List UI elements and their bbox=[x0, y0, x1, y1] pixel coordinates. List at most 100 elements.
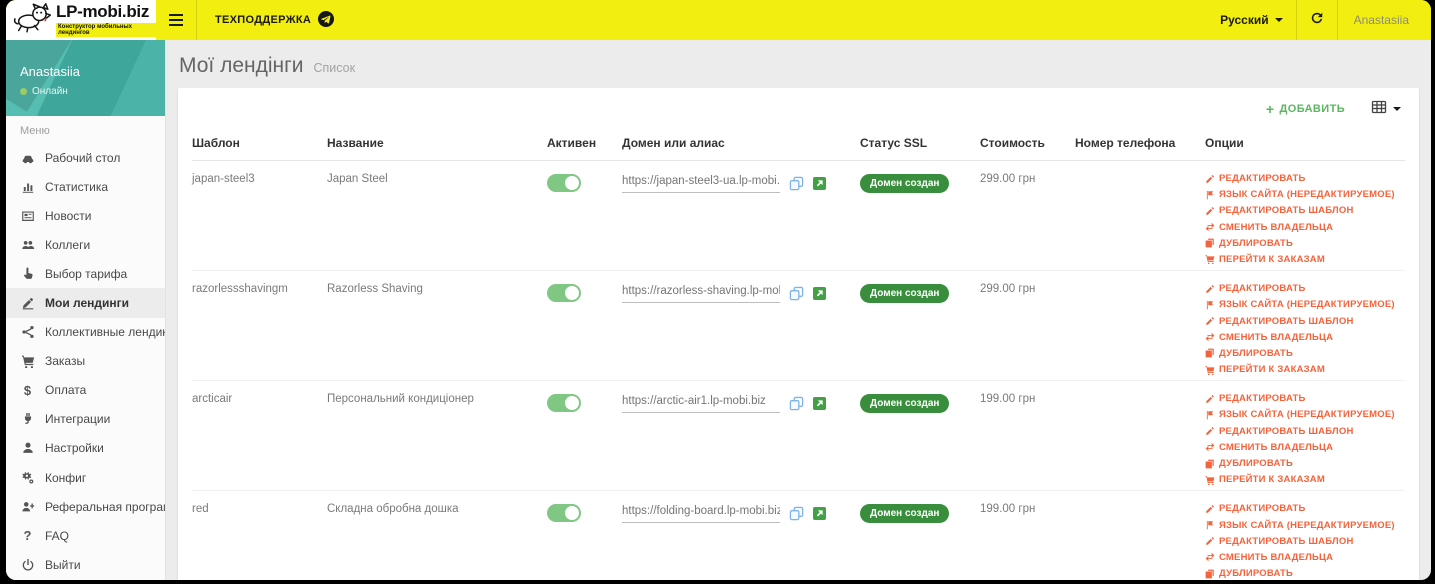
option-link-edit[interactable]: РЕДАКТИРОВАТЬ bbox=[1205, 283, 1401, 294]
external-link-icon[interactable] bbox=[813, 176, 826, 190]
option-link-edit-template[interactable]: РЕДАКТИРОВАТЬ ШАБЛОН bbox=[1205, 205, 1401, 216]
sidebar-item-news[interactable]: Новости bbox=[6, 201, 165, 230]
hamburger-menu-icon[interactable] bbox=[156, 0, 196, 40]
option-link-duplicate[interactable]: ДУБЛИРОВАТЬ bbox=[1205, 458, 1401, 469]
transfer-icon bbox=[1205, 332, 1215, 342]
page-subtitle: Список bbox=[313, 61, 356, 75]
table-row: japan-steel3 Japan Steel https://japan-s… bbox=[192, 160, 1405, 272]
option-link-change-owner[interactable]: СМЕНИТЬ ВЛАДЕЛЬЦА bbox=[1205, 332, 1401, 343]
cell-phone bbox=[1075, 490, 1205, 580]
option-link-duplicate[interactable]: ДУБЛИРОВАТЬ bbox=[1205, 238, 1401, 249]
cell-template: red bbox=[192, 490, 327, 580]
option-link-edit[interactable]: РЕДАКТИРОВАТЬ bbox=[1205, 393, 1401, 404]
option-link-change-owner[interactable]: СМЕНИТЬ ВЛАДЕЛЬЦА bbox=[1205, 222, 1401, 233]
domain-input[interactable] bbox=[622, 173, 780, 193]
domain-input[interactable] bbox=[622, 503, 780, 524]
options-list: РЕДАКТИРОВАТЬ ЯЗЫК САЙТА (НЕРЕДАКТИРУЕМОЕ… bbox=[1205, 283, 1401, 375]
external-link-icon[interactable] bbox=[813, 506, 826, 520]
option-link-go-to-orders[interactable]: ПЕРЕЙТИ К ЗАКАЗАМ bbox=[1205, 474, 1401, 485]
sidebar-item-label: Выбор тарифа bbox=[45, 266, 128, 281]
active-toggle[interactable] bbox=[547, 174, 581, 192]
external-link-icon[interactable] bbox=[813, 396, 826, 410]
cell-template: razorlessshavingm bbox=[192, 270, 327, 382]
sidebar-item-logout[interactable]: Выйти bbox=[6, 550, 165, 579]
sidebar-item-label: Новости bbox=[45, 208, 92, 223]
share-icon bbox=[20, 325, 35, 340]
transfer-icon bbox=[1205, 552, 1215, 562]
active-toggle[interactable] bbox=[547, 504, 581, 523]
refresh-button[interactable] bbox=[1295, 0, 1337, 40]
option-link-edit-template[interactable]: РЕДАКТИРОВАТЬ ШАБЛОН bbox=[1205, 316, 1401, 327]
option-link-label: СМЕНИТЬ ВЛАДЕЛЬЦА bbox=[1219, 551, 1334, 563]
cart-icon bbox=[1205, 254, 1215, 265]
edit-icon bbox=[1205, 206, 1215, 216]
add-landing-button[interactable]: + ДОБАВИТЬ bbox=[1266, 101, 1345, 117]
active-toggle[interactable] bbox=[547, 394, 581, 413]
sidebar-menu: Рабочий стол Статистика Новости Коллеги … bbox=[6, 143, 165, 579]
sidebar-item-label: Коллеги bbox=[45, 237, 91, 252]
sidebar-item-tariff[interactable]: Выбор тарифа bbox=[6, 259, 165, 288]
sidebar-item-label: Коллективные лендинги bbox=[45, 325, 165, 340]
sidebar-item-label: Интеграции bbox=[45, 412, 111, 427]
option-link-change-owner[interactable]: СМЕНИТЬ ВЛАДЕЛЬЦА bbox=[1205, 552, 1401, 563]
option-link-label: ЯЗЫК САЙТА (НЕРЕДАКТИРУЕМОЕ) bbox=[1219, 189, 1395, 201]
view-mode-dropdown[interactable] bbox=[1371, 99, 1401, 120]
option-link-go-to-orders[interactable]: ПЕРЕЙТИ К ЗАКАЗАМ bbox=[1205, 254, 1401, 265]
cell-phone bbox=[1075, 270, 1205, 382]
option-link-site-language[interactable]: ЯЗЫК САЙТА (НЕРЕДАКТИРУЕМОЕ) bbox=[1205, 520, 1401, 531]
sidebar-item-collective-landings[interactable]: Коллективные лендинги bbox=[6, 318, 165, 347]
ssl-status-badge: Домен создан bbox=[860, 284, 950, 304]
referral-icon bbox=[20, 499, 35, 514]
logo[interactable]: LP-mobi.biz Конструктор мобильных лендин… bbox=[6, 0, 156, 40]
table-row: arcticair Персональний кондиціонер https… bbox=[192, 380, 1405, 492]
user-menu[interactable]: Anastasiia bbox=[1336, 0, 1431, 40]
sidebar-item-colleagues[interactable]: Коллеги bbox=[6, 230, 165, 259]
landings-table-body: japan-steel3 Japan Steel https://japan-s… bbox=[192, 160, 1405, 580]
cell-price: 299.00 грн bbox=[980, 160, 1075, 272]
cell-price: 199.00 грн bbox=[980, 490, 1075, 580]
option-link-label: СМЕНИТЬ ВЛАДЕЛЬЦА bbox=[1219, 331, 1334, 343]
column-header: Название bbox=[327, 130, 547, 161]
sidebar-item-label: Выйти bbox=[45, 557, 81, 572]
copy-icon[interactable] bbox=[789, 396, 804, 411]
domain-input[interactable] bbox=[622, 283, 780, 304]
option-link-duplicate[interactable]: ДУБЛИРОВАТЬ bbox=[1205, 348, 1401, 359]
option-link-edit[interactable]: РЕДАКТИРОВАТЬ bbox=[1205, 503, 1401, 514]
option-link-change-owner[interactable]: СМЕНИТЬ ВЛАДЕЛЬЦА bbox=[1205, 442, 1401, 453]
support-button[interactable]: ТЕХПОДДЕРЖКА bbox=[196, 0, 352, 40]
active-toggle[interactable] bbox=[547, 284, 581, 303]
external-link-icon[interactable] bbox=[813, 286, 826, 300]
dog-mascot-icon bbox=[12, 2, 52, 39]
option-link-edit-template[interactable]: РЕДАКТИРОВАТЬ ШАБЛОН bbox=[1205, 536, 1401, 547]
sidebar-item-settings[interactable]: Настройки bbox=[6, 434, 165, 463]
copy-icon[interactable] bbox=[789, 506, 804, 521]
copy-icon[interactable] bbox=[789, 176, 804, 191]
sidebar-item-faq[interactable]: ? FAQ bbox=[6, 521, 165, 550]
option-link-label: ПЕРЕЙТИ К ЗАКАЗАМ bbox=[1219, 364, 1325, 376]
language-label: Русский bbox=[1220, 13, 1269, 27]
edit-icon bbox=[1205, 174, 1215, 184]
cell-template: japan-steel3 bbox=[192, 160, 327, 272]
option-link-go-to-orders[interactable]: ПЕРЕЙТИ К ЗАКАЗАМ bbox=[1205, 364, 1401, 375]
settings-icon bbox=[20, 441, 35, 456]
copy-icon[interactable] bbox=[789, 286, 804, 301]
option-link-edit[interactable]: РЕДАКТИРОВАТЬ bbox=[1205, 173, 1401, 184]
sidebar-item-my-landings[interactable]: Мои лендинги bbox=[6, 288, 165, 318]
tariff-icon bbox=[20, 266, 35, 281]
sidebar-item-desktop[interactable]: Рабочий стол bbox=[6, 143, 165, 172]
language-icon bbox=[1205, 520, 1215, 530]
sidebar-item-orders[interactable]: Заказы bbox=[6, 347, 165, 376]
option-link-site-language[interactable]: ЯЗЫК САЙТА (НЕРЕДАКТИРУЕМОЕ) bbox=[1205, 189, 1401, 200]
column-header: Стоимость bbox=[980, 130, 1075, 161]
language-dropdown[interactable]: Русский bbox=[1207, 0, 1296, 40]
sidebar-item-payment[interactable]: $ Оплата bbox=[6, 376, 165, 405]
domain-input[interactable] bbox=[622, 393, 780, 414]
sidebar-item-referral[interactable]: Реферальная программа bbox=[6, 492, 165, 521]
option-link-edit-template[interactable]: РЕДАКТИРОВАТЬ ШАБЛОН bbox=[1205, 426, 1401, 437]
option-link-site-language[interactable]: ЯЗЫК САЙТА (НЕРЕДАКТИРУЕМОЕ) bbox=[1205, 409, 1401, 420]
option-link-duplicate[interactable]: ДУБЛИРОВАТЬ bbox=[1205, 568, 1401, 579]
sidebar-item-statistics[interactable]: Статистика bbox=[6, 172, 165, 201]
sidebar-item-config[interactable]: Конфиг bbox=[6, 463, 165, 492]
option-link-site-language[interactable]: ЯЗЫК САЙТА (НЕРЕДАКТИРУЕМОЕ) bbox=[1205, 299, 1401, 310]
sidebar-item-integrations[interactable]: Интеграции bbox=[6, 405, 165, 434]
